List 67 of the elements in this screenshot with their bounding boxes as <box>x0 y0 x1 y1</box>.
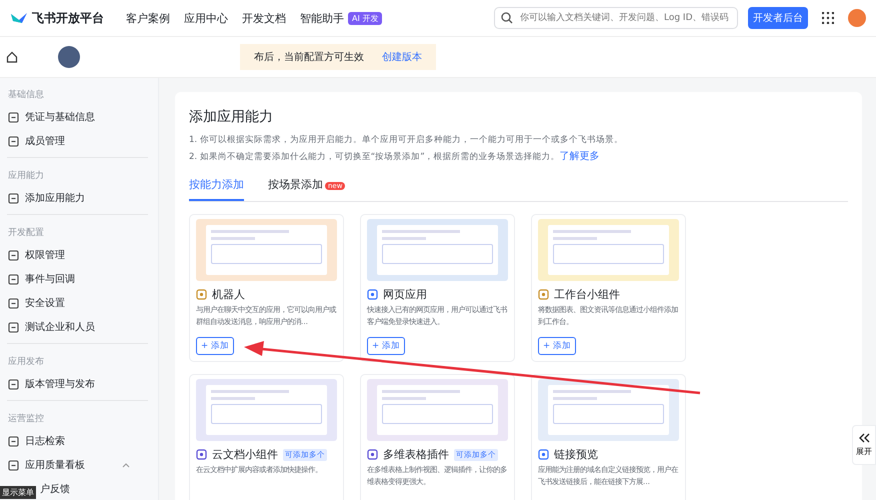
menu-item-icon <box>8 436 19 446</box>
ai-badge: AI 开发 <box>348 12 382 24</box>
menu-item-icon <box>8 298 19 308</box>
sidebar-item[interactable]: 安全设置 <box>0 291 158 315</box>
search-icon <box>501 12 513 24</box>
sidebar-section-title: 运营监控 <box>7 412 45 426</box>
menu-item-icon <box>8 250 19 260</box>
nav-link[interactable]: 应用中心 <box>184 10 228 26</box>
sidebar-item[interactable]: 户反馈 <box>38 477 72 500</box>
sidebar-item[interactable]: 日志检索 <box>0 429 158 453</box>
add-button[interactable]: + 添加 <box>538 337 576 356</box>
card-title: 工作台小组件 <box>554 287 620 302</box>
show-menu-tag[interactable]: 显示菜单 <box>0 486 36 499</box>
capability-icon <box>196 289 207 300</box>
sidebar-item[interactable]: 测试企业和人员 <box>0 315 158 339</box>
create-version-link[interactable]: 创建版本 <box>382 50 422 64</box>
menu-item-icon <box>8 136 19 146</box>
note-text: 1. 你可以根据实际需求，为应用开启能力。单个应用可开启多种能力，一个能力可用于一个或多个飞书场景。 <box>189 134 624 146</box>
tab[interactable]: 按场景添加 <box>268 171 323 201</box>
sidebar-item[interactable]: 凭证与基础信息 <box>0 105 158 129</box>
sidebar-item[interactable]: 成员管理 <box>0 129 158 153</box>
card-title: 多维表格插件 <box>383 447 449 462</box>
nav-link[interactable]: 智能助手 <box>300 10 344 26</box>
capability-icon <box>367 289 378 300</box>
notice-text: 布后，当前配置方可生效 <box>254 50 364 64</box>
capability-icon <box>538 289 549 300</box>
card-title: 链接预览 <box>554 447 598 462</box>
home-icon[interactable] <box>6 51 18 63</box>
card-title: 云文档小组件 <box>212 447 278 462</box>
note-text: 2. 如果尚不确定需要添加什么能力，可切换至“按场景添加”，根据所需的业务场景选择能力。了解更多 <box>189 150 601 163</box>
menu-item-icon <box>8 112 19 122</box>
developer-console-button[interactable]: 开发者后台 <box>748 7 808 29</box>
menu-item-icon <box>8 378 19 390</box>
user-avatar[interactable] <box>848 9 866 27</box>
logo-icon <box>10 11 28 25</box>
sidebar-section-title: 应用发布 <box>7 356 45 369</box>
sidebar-item[interactable]: 应用质量看板 <box>0 453 158 477</box>
sidebar-item[interactable]: 添加应用能力 <box>0 186 158 210</box>
menu-item-icon <box>8 322 19 332</box>
menu-item-icon <box>8 192 19 204</box>
sidebar-item[interactable]: 事件与回调 <box>0 267 158 291</box>
nav-link[interactable]: 开发文档 <box>242 10 286 26</box>
tab[interactable]: 按能力添加 <box>189 171 244 201</box>
capability-icon <box>538 449 549 460</box>
app-avatar <box>58 46 80 68</box>
brand-name[interactable]: 飞书开放平台 <box>32 10 104 26</box>
expand-button[interactable]: 展开 <box>852 425 876 465</box>
capability-icon <box>367 449 378 460</box>
double-chevron-icon <box>858 433 870 443</box>
sidebar-section-title: 基础信息 <box>7 88 45 102</box>
add-button[interactable]: + 添加 <box>367 337 405 356</box>
sidebar-item[interactable]: 版本管理与发布 <box>0 372 158 396</box>
nav-link[interactable]: 客户案例 <box>126 10 170 26</box>
sidebar-section-title: 应用能力 <box>7 170 45 183</box>
add-button[interactable]: + 添加 <box>196 337 234 356</box>
card-title: 网页应用 <box>383 287 427 302</box>
card-title: 机器人 <box>212 287 245 302</box>
chevron-icon[interactable] <box>122 462 130 468</box>
apps-grid-icon[interactable] <box>822 12 834 24</box>
search-field[interactable]: 你可以输入文档关键词、开发问题、Log ID、错误码 <box>494 7 738 29</box>
sidebar-section-title: 开发配置 <box>7 226 45 240</box>
menu-item-icon <box>8 274 19 284</box>
sidebar-item[interactable]: 权限管理 <box>0 243 158 267</box>
menu-item-icon <box>8 460 19 470</box>
panel-title: 添加应用能力 <box>189 108 274 126</box>
learn-more-link[interactable]: 了解更多 <box>560 151 600 162</box>
capability-icon <box>196 449 207 460</box>
